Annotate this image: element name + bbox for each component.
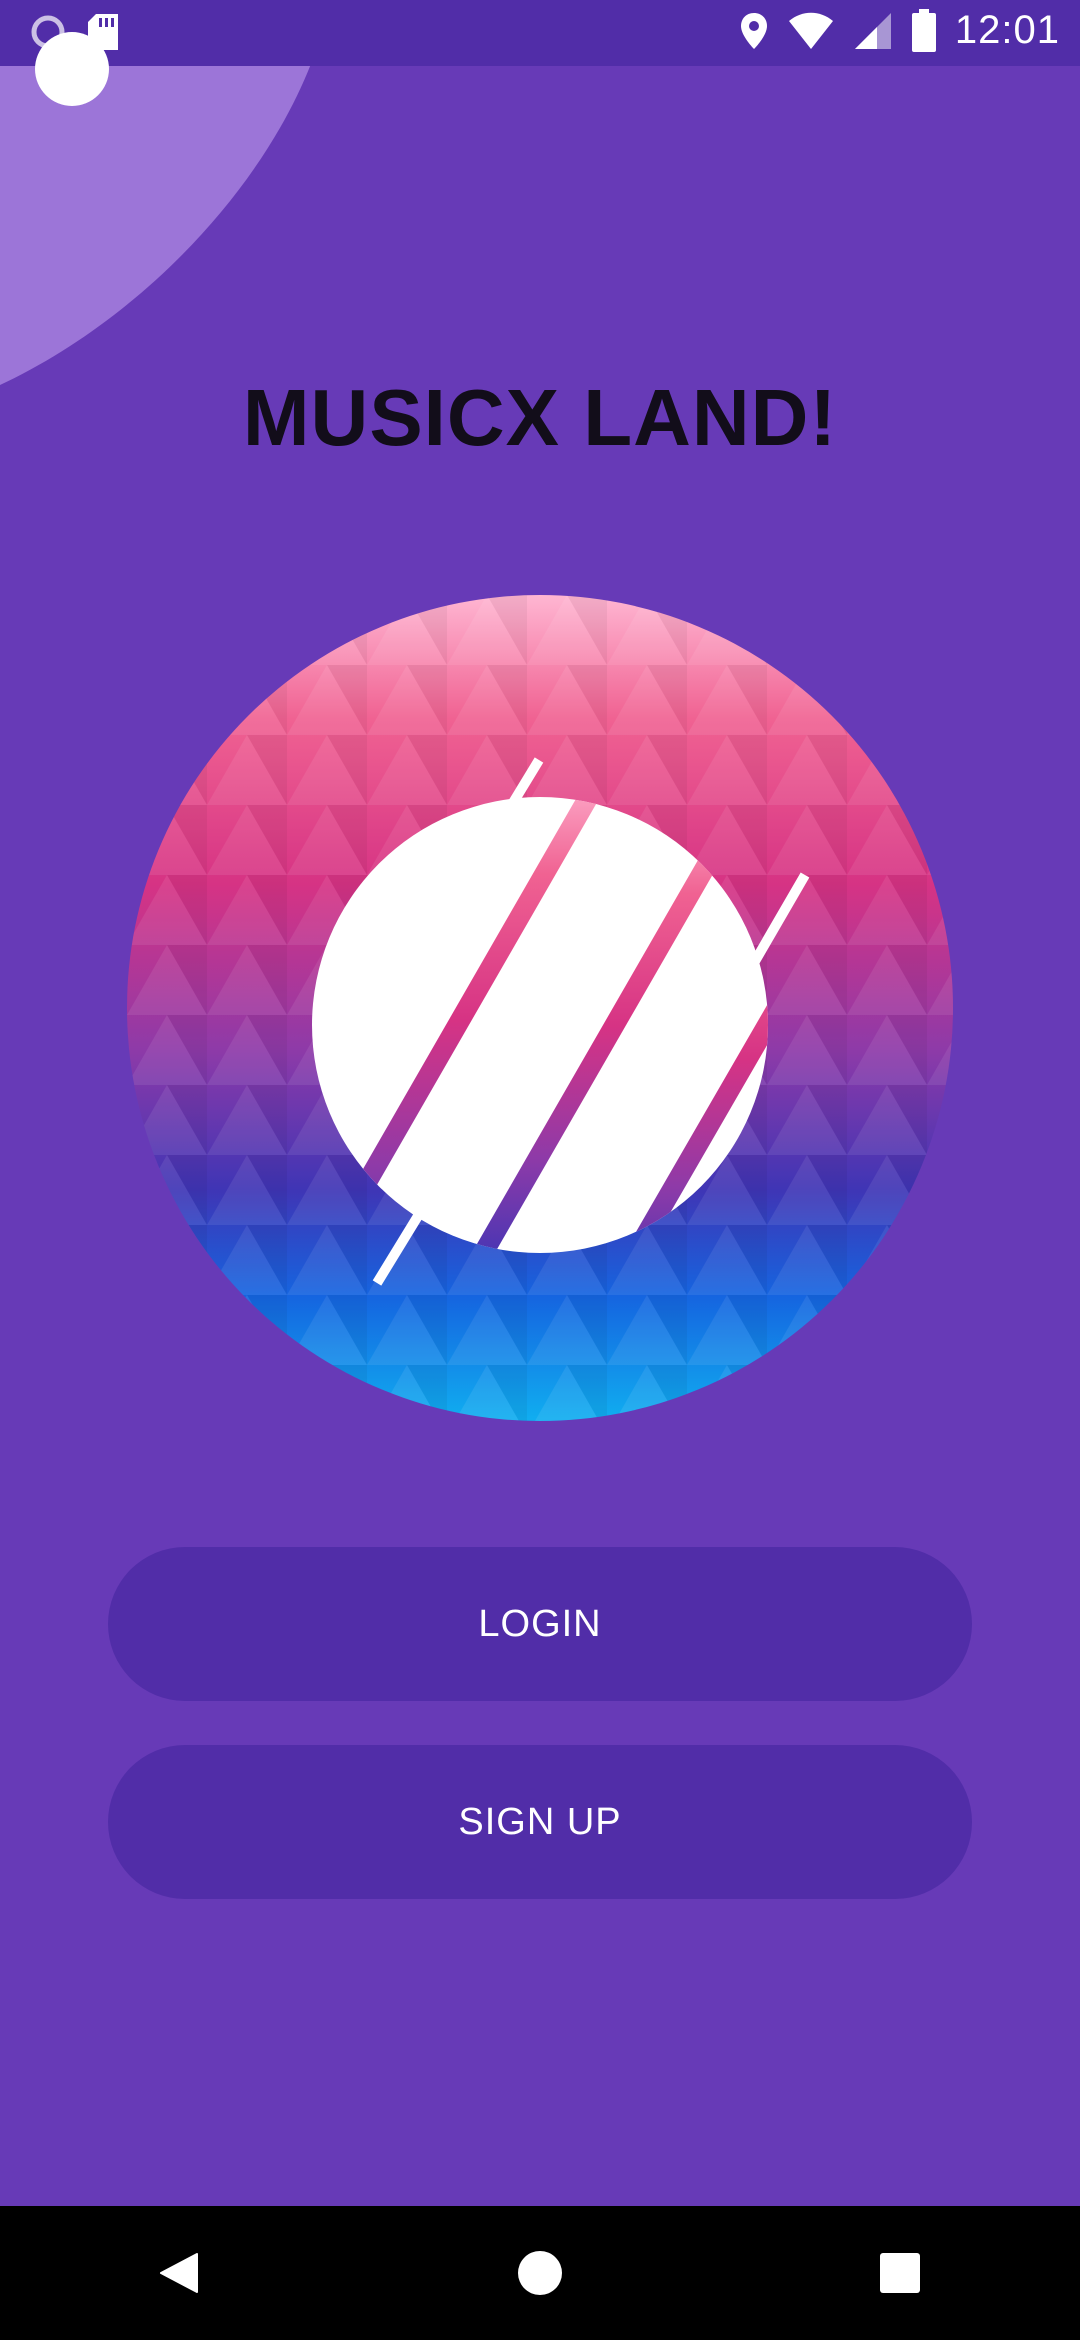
status-right: 12:01 bbox=[739, 8, 1060, 53]
back-icon bbox=[160, 2253, 198, 2293]
signal-icon bbox=[854, 12, 891, 49]
nav-back-button[interactable] bbox=[120, 2213, 240, 2333]
navigation-bar bbox=[0, 2206, 1080, 2340]
login-button[interactable]: LOGIN bbox=[108, 1547, 972, 1701]
battery-icon bbox=[911, 8, 936, 52]
status-bar: 12:01 bbox=[0, 0, 1080, 66]
wifi-icon bbox=[788, 12, 833, 49]
nav-home-button[interactable] bbox=[480, 2213, 600, 2333]
signup-button[interactable]: SIGN UP bbox=[108, 1745, 972, 1899]
home-icon bbox=[518, 2251, 562, 2295]
location-icon bbox=[740, 12, 767, 49]
floating-dot bbox=[35, 32, 109, 106]
recents-icon bbox=[880, 2253, 920, 2293]
app-screen: 12:01 MUSICX LAND! LOGIN SIGN UP bbox=[0, 0, 1080, 2340]
musicx-logo bbox=[127, 595, 953, 1421]
nav-recents-button[interactable] bbox=[840, 2213, 960, 2333]
status-time: 12:01 bbox=[954, 8, 1060, 52]
